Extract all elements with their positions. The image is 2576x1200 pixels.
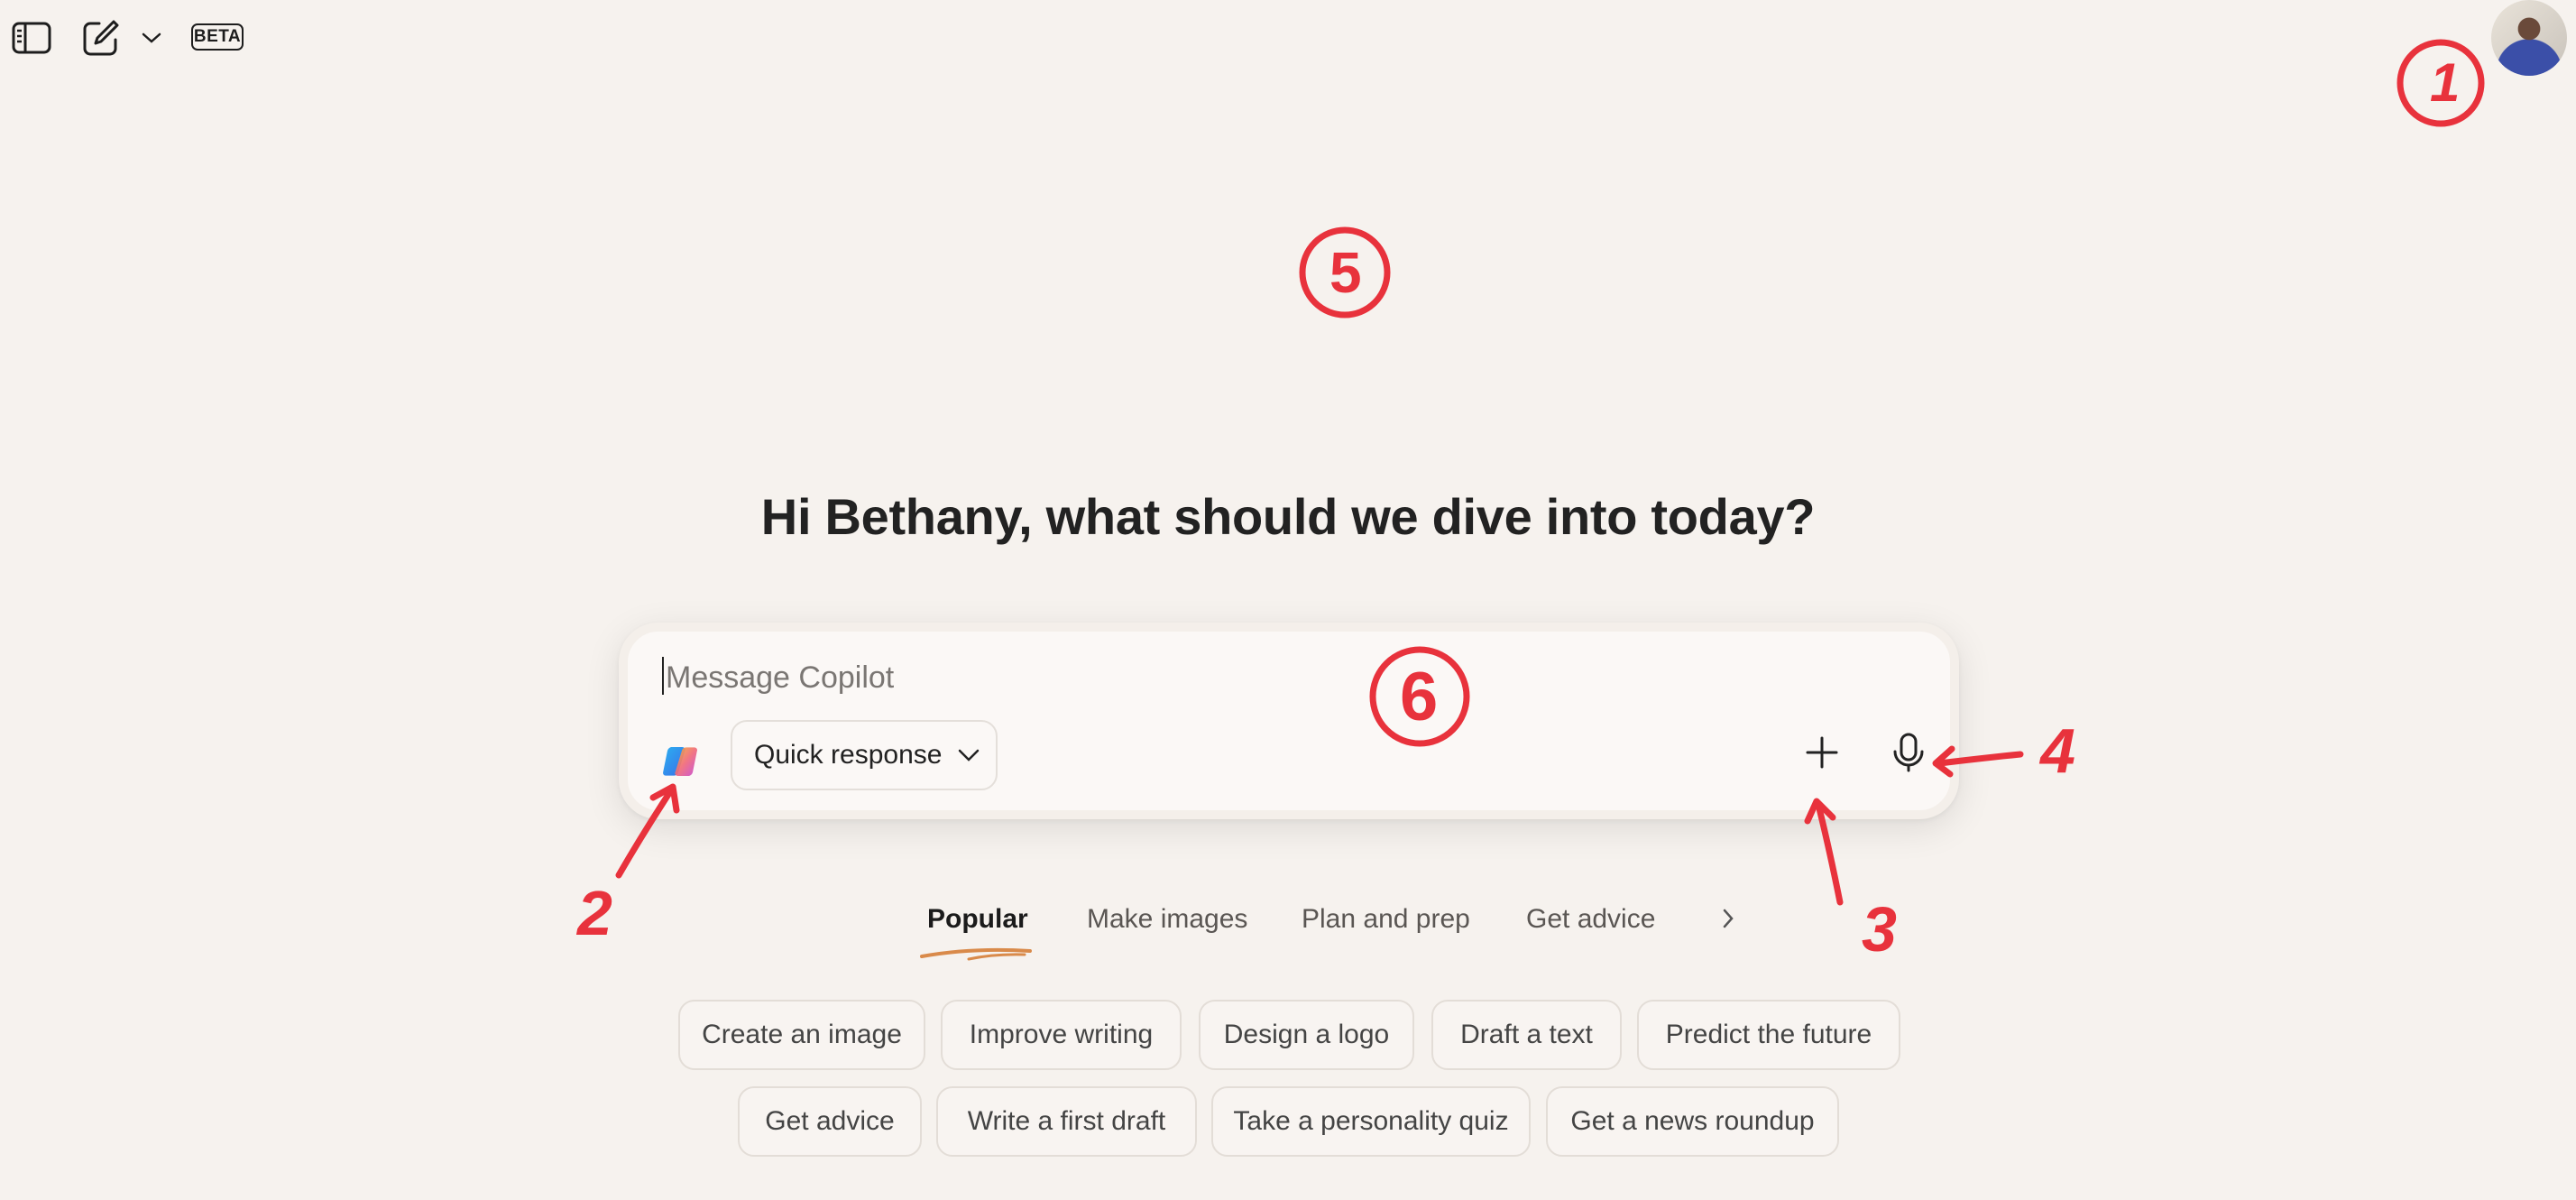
response-mode-select[interactable]: Quick response <box>731 720 998 790</box>
sidebar-toggle-icon <box>12 22 51 54</box>
page-title: Hi Bethany, what should we dive into tod… <box>760 488 1816 545</box>
active-tab-underline <box>920 947 1032 961</box>
response-mode-label: Quick response <box>754 740 943 770</box>
voice-input-button[interactable] <box>1881 725 1936 780</box>
copilot-logo-icon <box>663 747 697 776</box>
tab-make-images[interactable]: Make images <box>1087 904 1247 935</box>
annotation-number-4: 4 <box>2038 715 2075 786</box>
suggestion-chip[interactable]: Improve writing <box>941 1000 1182 1070</box>
tab-get-advice[interactable]: Get advice <box>1526 904 1655 935</box>
new-chat-icon <box>83 20 119 56</box>
chevron-down-icon <box>142 32 161 43</box>
new-chat-button[interactable] <box>79 16 123 60</box>
suggestion-chip[interactable]: Predict the future <box>1637 1000 1900 1070</box>
tabs-next-button[interactable] <box>1714 899 1743 938</box>
plus-icon <box>1806 736 1838 769</box>
sidebar-toggle-button[interactable] <box>9 18 54 58</box>
microphone-icon <box>1893 733 1924 772</box>
tab-popular[interactable]: Popular <box>927 904 1028 935</box>
annotation-number-5: 5 <box>1329 240 1362 305</box>
suggestion-chip[interactable]: Create an image <box>678 1000 925 1070</box>
suggestion-chip[interactable]: Draft a text <box>1431 1000 1622 1070</box>
suggestion-chip[interactable]: Write a first draft <box>936 1086 1197 1157</box>
user-avatar[interactable] <box>2491 0 2567 76</box>
tab-plan-and-prep[interactable]: Plan and prep <box>1302 904 1470 935</box>
beta-badge: BETA <box>191 23 244 51</box>
chevron-down-icon <box>959 749 980 762</box>
new-chat-options-button[interactable] <box>137 25 166 51</box>
suggestion-chip[interactable]: Take a personality quiz <box>1211 1086 1531 1157</box>
annotation-number-1: 1 <box>2430 52 2460 113</box>
suggestion-chip[interactable]: Get advice <box>738 1086 922 1157</box>
chevron-right-icon <box>1723 909 1734 928</box>
suggestion-chip[interactable]: Get a news roundup <box>1546 1086 1839 1157</box>
message-input[interactable] <box>664 651 1660 704</box>
add-attachment-button[interactable] <box>1795 725 1849 780</box>
suggestion-tabs: Popular Make images Plan and prep Get ad… <box>0 899 2576 944</box>
message-composer: Quick response <box>619 623 1959 819</box>
copilot-logo-button[interactable] <box>658 740 702 783</box>
suggestion-chip[interactable]: Design a logo <box>1199 1000 1414 1070</box>
